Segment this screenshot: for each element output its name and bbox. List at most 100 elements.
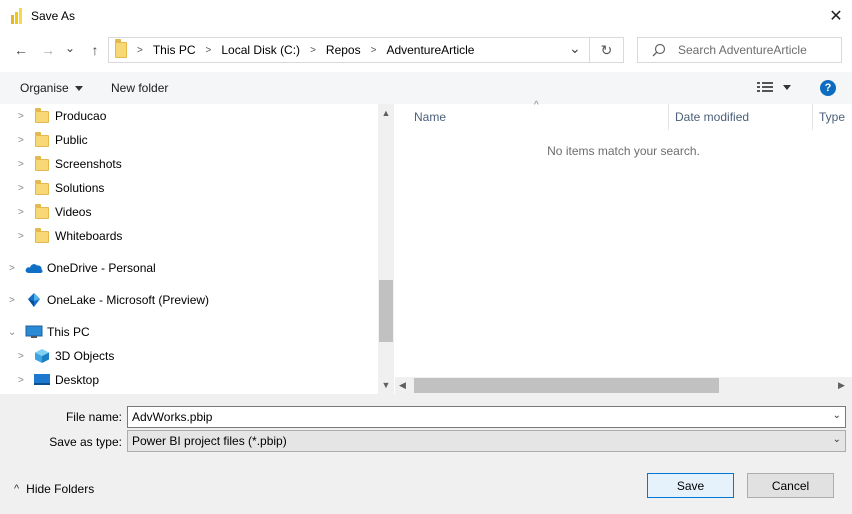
chevron-down-icon[interactable]: ⌄ bbox=[833, 410, 841, 421]
tree-item-3d-objects[interactable]: > 3D Objects bbox=[0, 344, 378, 368]
search-box[interactable] bbox=[637, 37, 842, 63]
new-folder-button[interactable]: New folder bbox=[111, 81, 168, 95]
folder-icon bbox=[35, 108, 49, 123]
tree-item-label: Whiteboards bbox=[55, 229, 123, 243]
folder-icon bbox=[35, 180, 49, 195]
tree-item-videos[interactable]: > Videos bbox=[0, 200, 378, 224]
folder-icon bbox=[35, 228, 49, 243]
close-button[interactable]: ✕ bbox=[820, 0, 852, 32]
tree-item-label: OneDrive - Personal bbox=[47, 261, 156, 275]
address-bar[interactable]: > This PC > Local Disk (C:) > Repos > Ad… bbox=[108, 37, 590, 63]
file-name-label: File name: bbox=[65, 410, 122, 424]
chevron-down-icon: ⌄ bbox=[832, 434, 841, 445]
chevron-right-icon: > bbox=[18, 374, 24, 386]
power-bi-icon bbox=[11, 8, 25, 24]
empty-state-message: No items match your search. bbox=[547, 144, 700, 158]
breadcrumb-adventurearticle[interactable]: AdventureArticle bbox=[386, 43, 474, 57]
tree-item-public[interactable]: > Public bbox=[0, 128, 378, 152]
navigation-pane: > Producao > Public > Screenshots > Solu… bbox=[0, 104, 378, 394]
hide-folders-button[interactable]: ^ Hide Folders bbox=[14, 482, 94, 496]
chevron-right-icon: > bbox=[18, 134, 24, 146]
tree-item-label: Producao bbox=[55, 109, 107, 123]
window-title: Save As bbox=[31, 9, 76, 23]
scrollbar-thumb[interactable] bbox=[414, 378, 719, 393]
column-headers: ^ Name Date modified Type bbox=[395, 100, 852, 130]
back-button[interactable]: ← bbox=[11, 40, 31, 60]
chevron-down-icon: ⌄ bbox=[8, 326, 17, 338]
file-list-horizontal-scrollbar[interactable]: ◀ ▶ bbox=[395, 377, 852, 394]
up-button[interactable]: ↑ bbox=[85, 40, 105, 60]
column-header-date-modified[interactable]: Date modified bbox=[675, 110, 749, 124]
dropdown-arrow-icon bbox=[783, 84, 791, 90]
tree-item-label: Desktop bbox=[55, 373, 100, 387]
tree-item-producao[interactable]: > Producao bbox=[0, 104, 378, 128]
file-list-pane: ^ Name Date modified Type No items match… bbox=[395, 100, 852, 394]
breadcrumb-this-pc[interactable]: This PC bbox=[153, 43, 196, 57]
folder-icon bbox=[35, 156, 49, 171]
scroll-left-arrow-icon[interactable]: ◀ bbox=[399, 380, 406, 391]
folder-icon bbox=[35, 204, 49, 219]
file-name-input[interactable] bbox=[128, 409, 780, 425]
chevron-right-icon: > bbox=[370, 44, 377, 56]
tree-item-label: Solutions bbox=[55, 181, 105, 195]
scrollbar-thumb[interactable] bbox=[379, 280, 393, 342]
organise-label: Organise bbox=[20, 81, 69, 95]
search-input[interactable] bbox=[676, 42, 840, 58]
view-options-button[interactable] bbox=[757, 81, 791, 93]
scroll-down-arrow-icon[interactable]: ▼ bbox=[378, 380, 394, 390]
tree-item-label: This PC bbox=[47, 325, 90, 339]
column-divider[interactable] bbox=[668, 104, 669, 130]
cancel-button[interactable]: Cancel bbox=[747, 473, 834, 498]
tree-item-screenshots[interactable]: > Screenshots bbox=[0, 152, 378, 176]
hide-folders-label: Hide Folders bbox=[26, 482, 95, 496]
tree-item-solutions[interactable]: > Solutions bbox=[0, 176, 378, 200]
scroll-up-arrow-icon[interactable]: ▲ bbox=[378, 108, 394, 118]
breadcrumb-local-disk[interactable]: Local Disk (C:) bbox=[221, 43, 300, 57]
column-header-name[interactable]: Name bbox=[414, 110, 446, 124]
chevron-right-icon: > bbox=[18, 350, 24, 362]
recent-locations-button[interactable]: ⌄ bbox=[60, 38, 80, 58]
save-as-type-value: Power BI project files (*.pbip) bbox=[132, 434, 287, 448]
search-icon bbox=[652, 43, 666, 57]
column-header-type[interactable]: Type bbox=[819, 110, 845, 124]
address-dropdown-icon[interactable]: ⌄ bbox=[569, 40, 581, 57]
forward-button[interactable]: → bbox=[38, 40, 58, 60]
onedrive-cloud-icon bbox=[25, 262, 43, 274]
chevron-right-icon: > bbox=[18, 206, 24, 218]
command-bar: Organise New folder ? bbox=[0, 72, 852, 104]
chevron-right-icon: > bbox=[9, 262, 15, 274]
save-button[interactable]: Save bbox=[647, 473, 734, 498]
chevron-right-icon: > bbox=[137, 44, 143, 56]
onelake-icon bbox=[26, 292, 42, 308]
dropdown-arrow-icon bbox=[74, 85, 83, 91]
breadcrumb-repos[interactable]: Repos bbox=[326, 43, 361, 57]
tree-item-desktop[interactable]: > Desktop bbox=[0, 368, 378, 392]
refresh-button[interactable]: ↻ bbox=[590, 37, 624, 63]
tree-item-onedrive[interactable]: > OneDrive - Personal bbox=[0, 256, 378, 280]
organise-button[interactable]: Organise bbox=[20, 81, 83, 95]
desktop-icon bbox=[34, 373, 50, 387]
chevron-right-icon: > bbox=[205, 44, 212, 56]
computer-icon bbox=[25, 325, 43, 339]
file-name-field[interactable]: ⌄ bbox=[127, 406, 846, 428]
chevron-right-icon: > bbox=[18, 158, 24, 170]
title-bar: Save As ✕ bbox=[0, 0, 852, 32]
save-as-type-select[interactable]: Power BI project files (*.pbip) ⌄ bbox=[127, 430, 846, 452]
help-button[interactable]: ? bbox=[820, 80, 836, 96]
folder-icon bbox=[115, 39, 127, 58]
navigation-scrollbar[interactable]: ▲ ▼ bbox=[378, 104, 394, 394]
tree-item-label: OneLake - Microsoft (Preview) bbox=[47, 293, 210, 307]
chevron-up-icon: ^ bbox=[14, 483, 20, 495]
column-divider[interactable] bbox=[812, 104, 813, 130]
chevron-right-icon: > bbox=[310, 44, 316, 56]
tree-item-label: Screenshots bbox=[55, 157, 122, 171]
chevron-right-icon: > bbox=[18, 182, 24, 194]
scroll-right-arrow-icon[interactable]: ▶ bbox=[838, 380, 845, 391]
3d-objects-icon bbox=[34, 348, 50, 364]
save-as-type-label: Save as type: bbox=[49, 435, 122, 449]
tree-item-this-pc[interactable]: ⌄ This PC bbox=[0, 320, 378, 344]
chevron-right-icon: > bbox=[18, 230, 24, 242]
save-options-panel: File name: ⌄ Save as type: Power BI proj… bbox=[0, 394, 852, 514]
tree-item-whiteboards[interactable]: > Whiteboards bbox=[0, 224, 378, 248]
tree-item-onelake[interactable]: > OneLake - Microsoft (Preview) bbox=[0, 288, 378, 312]
